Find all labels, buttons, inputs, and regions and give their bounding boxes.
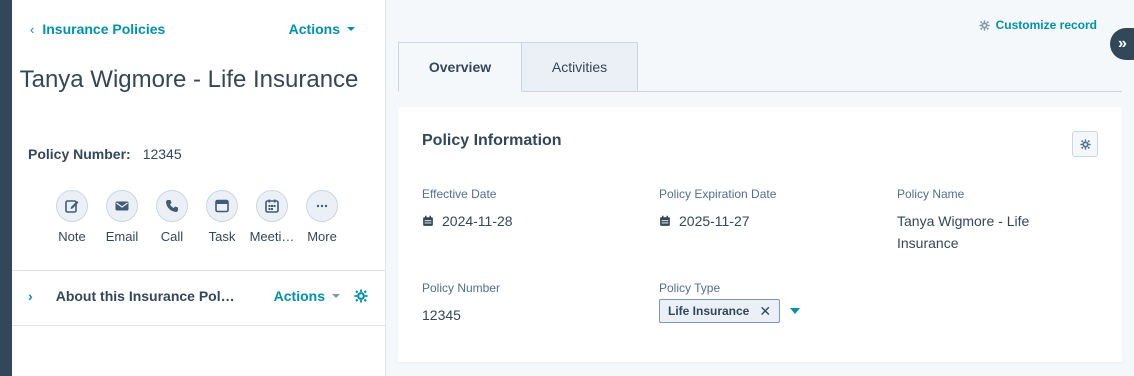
policy-type-label: Policy Type (659, 281, 721, 295)
effective-date-label: Effective Date (422, 187, 497, 201)
sidebar-divider-top (12, 270, 385, 271)
meeting-action-label: Meeti… (249, 229, 295, 244)
about-section-header[interactable]: › About this Insurance Pol… Actions (28, 288, 368, 304)
task-action-button[interactable]: Task (206, 190, 238, 244)
policy-type-field[interactable]: Policy Type Life Insurance ✕ (659, 281, 801, 323)
policy-number-field-value: 12345 (422, 307, 461, 323)
email-action-label: Email (105, 229, 139, 244)
gear-icon[interactable] (354, 289, 368, 303)
policy-type-tag-label: Life Insurance (668, 304, 750, 318)
email-action-button[interactable]: Email (106, 190, 138, 244)
chevron-right-icon[interactable]: › (28, 288, 56, 304)
back-to-insurance-policies-link[interactable]: ‹ Insurance Policies (30, 21, 165, 37)
about-actions-label: Actions (273, 288, 325, 304)
phone-icon (156, 190, 188, 222)
back-link-label: Insurance Policies (42, 21, 166, 37)
chevron-left-icon: ‹ (30, 21, 35, 37)
policy-name-value: Tanya Wigmore - Life Insurance (897, 213, 1030, 251)
task-action-label: Task (208, 229, 236, 244)
call-action-label: Call (160, 229, 184, 244)
record-title: Tanya Wigmore - Life Insurance (19, 66, 359, 93)
policy-name-field[interactable]: Policy Name Tanya Wigmore - Life Insuran… (897, 187, 1067, 254)
policy-type-dropdown-caret-icon[interactable] (790, 308, 801, 314)
customize-record-link[interactable]: Customize record (978, 18, 1097, 32)
email-icon (106, 190, 138, 222)
policy-number-summary: Policy Number: 12345 (28, 146, 182, 162)
more-action-label: More (307, 229, 337, 244)
caret-down-icon (347, 27, 355, 31)
calendar-icon (256, 190, 288, 222)
about-section-title: About this Insurance Pol… (55, 288, 235, 304)
calendar-icon (660, 215, 670, 226)
gear-icon (978, 19, 990, 31)
record-sidebar: ‹ Insurance Policies Actions Tanya Wigmo… (12, 0, 386, 376)
card-title: Policy Information (422, 132, 562, 149)
note-action-button[interactable]: Note (56, 190, 88, 244)
quick-actions-bar: Note Email Call Task Meeti… More (56, 190, 338, 244)
caret-down-icon (332, 294, 340, 298)
effective-date-value: 2024-11-28 (442, 213, 513, 229)
record-main-content: Customize record » Overview Activities P… (387, 0, 1134, 376)
more-icon (306, 190, 338, 222)
policy-name-label: Policy Name (897, 187, 965, 201)
sidebar-divider-bottom (12, 325, 385, 326)
expiration-date-value: 2025-11-27 (679, 213, 750, 229)
policy-number-field[interactable]: Policy Number 12345 (422, 281, 500, 326)
policy-number-label: Policy Number: (28, 146, 131, 162)
task-icon (206, 190, 238, 222)
policy-type-tag: Life Insurance ✕ (659, 299, 781, 323)
tab-overview[interactable]: Overview (398, 42, 522, 92)
record-actions-dropdown[interactable]: Actions (289, 21, 355, 37)
policy-information-card: Policy Information Effective Date 2024-1… (398, 107, 1122, 362)
gear-icon (1079, 138, 1091, 150)
expiration-date-label: Policy Expiration Date (659, 187, 777, 201)
customize-record-label: Customize record (995, 18, 1097, 32)
about-actions-dropdown[interactable]: Actions (274, 288, 340, 304)
effective-date-field[interactable]: Effective Date 2024-11-28 (422, 187, 513, 232)
note-edit-icon (56, 190, 88, 222)
actions-label: Actions (288, 21, 340, 37)
global-nav-edge (0, 0, 12, 376)
more-action-button[interactable]: More (306, 190, 338, 244)
note-action-label: Note (58, 229, 86, 244)
call-action-button[interactable]: Call (156, 190, 188, 244)
calendar-icon (423, 215, 433, 226)
policy-number-field-label: Policy Number (422, 281, 501, 295)
record-tabs: Overview Activities (398, 42, 1122, 92)
tab-activities[interactable]: Activities (522, 42, 638, 92)
remove-tag-icon[interactable]: ✕ (759, 303, 771, 320)
meeting-action-button[interactable]: Meeti… (250, 190, 294, 244)
expiration-date-field[interactable]: Policy Expiration Date 2025-11-27 (659, 187, 776, 232)
policy-number-value: 12345 (142, 146, 182, 162)
card-settings-button[interactable] (1072, 131, 1098, 157)
